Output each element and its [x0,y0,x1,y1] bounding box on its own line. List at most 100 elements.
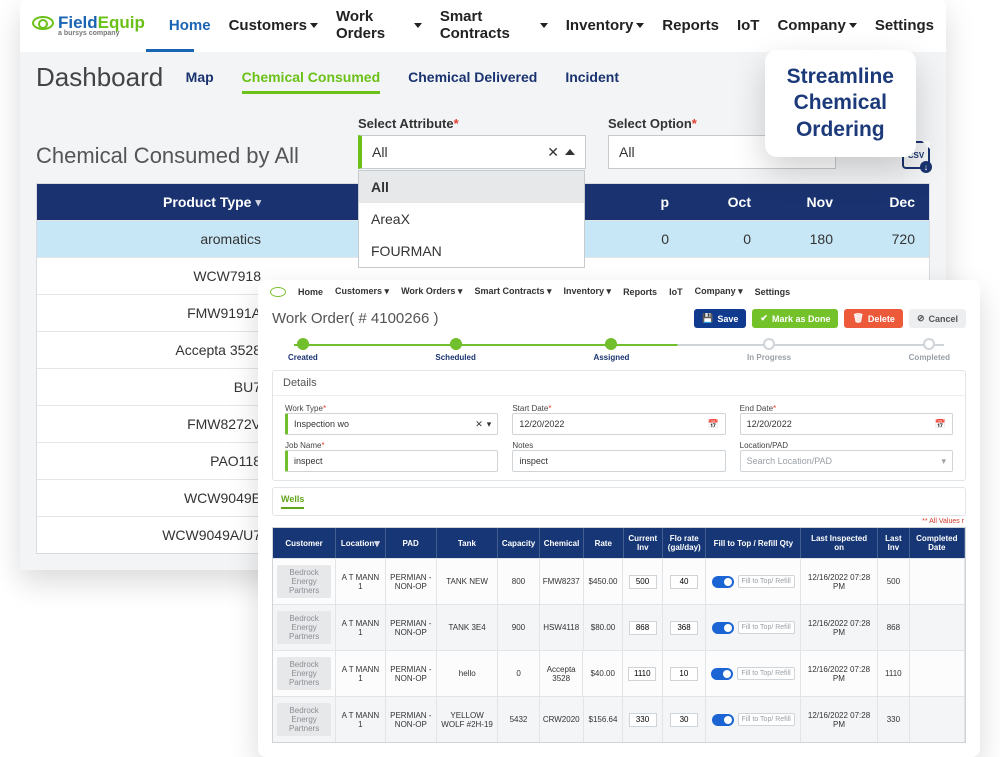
col-p[interactable]: p [643,184,683,220]
tab-map[interactable]: Map [186,69,214,94]
current-inv-input[interactable] [628,667,656,681]
col-flo-rate[interactable]: Flo rate (gal/day) [663,528,706,558]
location-select[interactable]: Search Location/PAD▾ [740,450,953,472]
col-fill[interactable]: Fill to Top / Refill Qty [706,528,801,558]
attribute-select[interactable]: All ✕ All AreaX FOURMAN [358,135,586,169]
cell-inspected: 12/16/2022 07:28 PM [801,650,878,696]
delete-button[interactable]: 🗑Delete [844,309,902,328]
col-current-inv[interactable]: Current Inv [624,528,664,558]
fill-button[interactable]: Fill to Top/ Refill [738,621,795,634]
col-chemical[interactable]: Chemical [540,528,584,558]
calendar-icon: 📅 [707,419,718,430]
fill-toggle[interactable] [712,714,734,726]
cell-rate: $40.00 [583,650,623,696]
flo-rate-input[interactable] [670,713,698,727]
flo-rate-input[interactable] [670,575,698,589]
tab-chemical-consumed[interactable]: Chemical Consumed [242,69,380,94]
nav-home[interactable]: Home [169,17,211,34]
col-rate[interactable]: Rate [584,528,624,558]
clear-icon[interactable]: ✕ [547,144,559,161]
flo-rate-input[interactable] [670,667,698,681]
col-nov[interactable]: Nov [765,184,847,220]
wells-section: Wells [272,487,966,516]
cell-chemical: Accepta 3528 [540,650,584,696]
col-oct[interactable]: Oct [683,184,765,220]
current-inv-input[interactable] [629,621,657,635]
nav-settings[interactable]: Settings [875,17,934,34]
nav-home[interactable]: Home [298,287,323,297]
notes-input[interactable]: inspect [512,450,725,472]
end-date-input[interactable]: 12/20/2022📅 [740,413,953,435]
nav-work-orders[interactable]: Work Orders ▾ [401,286,462,297]
col-product[interactable]: Product Type [163,194,251,210]
current-inv-input[interactable] [629,575,657,589]
nav-company[interactable]: Company ▾ [695,286,743,297]
tab-chemical-delivered[interactable]: Chemical Delivered [408,69,537,94]
nav-customers[interactable]: Customers ▾ [335,286,389,297]
cell-last-inv: 1110 [878,650,910,696]
cell-product: FMW9191A [37,295,275,331]
cell-chemical: HSW4118 [540,604,584,650]
option-fourman[interactable]: FOURMAN [359,235,584,267]
col-customer[interactable]: Customer [273,528,336,558]
cell-capacity: 5432 [498,696,540,742]
nav-customers[interactable]: Customers [229,17,318,34]
label-location: Location/PAD [740,441,953,450]
save-button[interactable]: 💾Save [694,309,746,328]
col-pad[interactable]: PAD [386,528,437,558]
nav-reports[interactable]: Reports [623,287,657,297]
nav-company[interactable]: Company [777,17,856,34]
nav-work-orders[interactable]: Work Orders [336,8,422,42]
fill-button[interactable]: Fill to Top/ Refill [738,575,795,588]
col-capacity[interactable]: Capacity [498,528,540,558]
chevron-down-icon [310,23,318,28]
col-dec[interactable]: Dec [847,184,929,220]
chevron-down-icon [414,23,422,28]
job-name-input[interactable]: inspect [285,450,498,472]
nav-reports[interactable]: Reports [662,17,719,34]
nav-inventory[interactable]: Inventory ▾ [564,286,612,297]
nav-smart-contracts[interactable]: Smart Contracts ▾ [474,286,551,297]
fill-button[interactable]: Fill to Top/ Refill [738,713,795,726]
mark-done-button[interactable]: ✔Mark as Done [752,309,838,328]
nav-iot[interactable]: IoT [737,17,760,34]
cell-capacity: 0 [498,650,540,696]
tab-wells[interactable]: Wells [281,494,304,509]
fill-toggle[interactable] [712,622,734,634]
cell-customer: Bedrock Energy Partners [277,611,331,644]
option-areax[interactable]: AreaX [359,203,584,235]
nav-smart-contracts[interactable]: Smart Contracts [440,8,548,42]
cell-tank: YELLOW WOLF #2H-19 [437,696,498,742]
cell-inspected: 12/16/2022 07:28 PM [801,558,878,604]
cancel-button[interactable]: ⊘Cancel [909,309,966,328]
option-all[interactable]: All [359,171,584,203]
current-inv-input[interactable] [629,713,657,727]
section-title: Chemical Consumed by All [36,143,336,169]
fill-toggle[interactable] [712,576,734,588]
calendar-icon: 📅 [935,419,946,430]
fill-button[interactable]: Fill to Top/ Refill [737,667,794,680]
filter-icon[interactable]: ▾ [255,196,261,209]
filter-icon[interactable]: ▾ [374,537,380,550]
label-end-date: End Date [740,404,773,413]
cell-inspected: 12/16/2022 07:28 PM [801,696,878,742]
nav-iot[interactable]: IoT [669,287,683,297]
fill-toggle[interactable] [711,668,733,680]
work-type-select[interactable]: Inspection wo✕▾ [285,413,498,435]
cell-pad: PERMIAN - NON-OP [386,650,437,696]
nav-inventory[interactable]: Inventory [566,17,645,34]
label-notes: Notes [512,441,725,450]
cell-chemical: CRW2020 [540,696,584,742]
col-last-inspected[interactable]: Last Inspected on [801,528,878,558]
attr-label: Select Attribute [358,116,454,131]
col-tank[interactable]: Tank [437,528,498,558]
col-location[interactable]: Location [341,539,374,548]
tab-incident[interactable]: Incident [565,69,619,94]
flo-rate-input[interactable] [670,621,698,635]
nav-settings[interactable]: Settings [755,287,791,297]
cell-location: A T MANN 1 [336,604,385,650]
cell-location: A T MANN 1 [336,696,385,742]
start-date-input[interactable]: 12/20/2022📅 [512,413,725,435]
col-last-inv[interactable]: Last Inv [878,528,910,558]
col-completed[interactable]: Completed Date [910,528,965,558]
